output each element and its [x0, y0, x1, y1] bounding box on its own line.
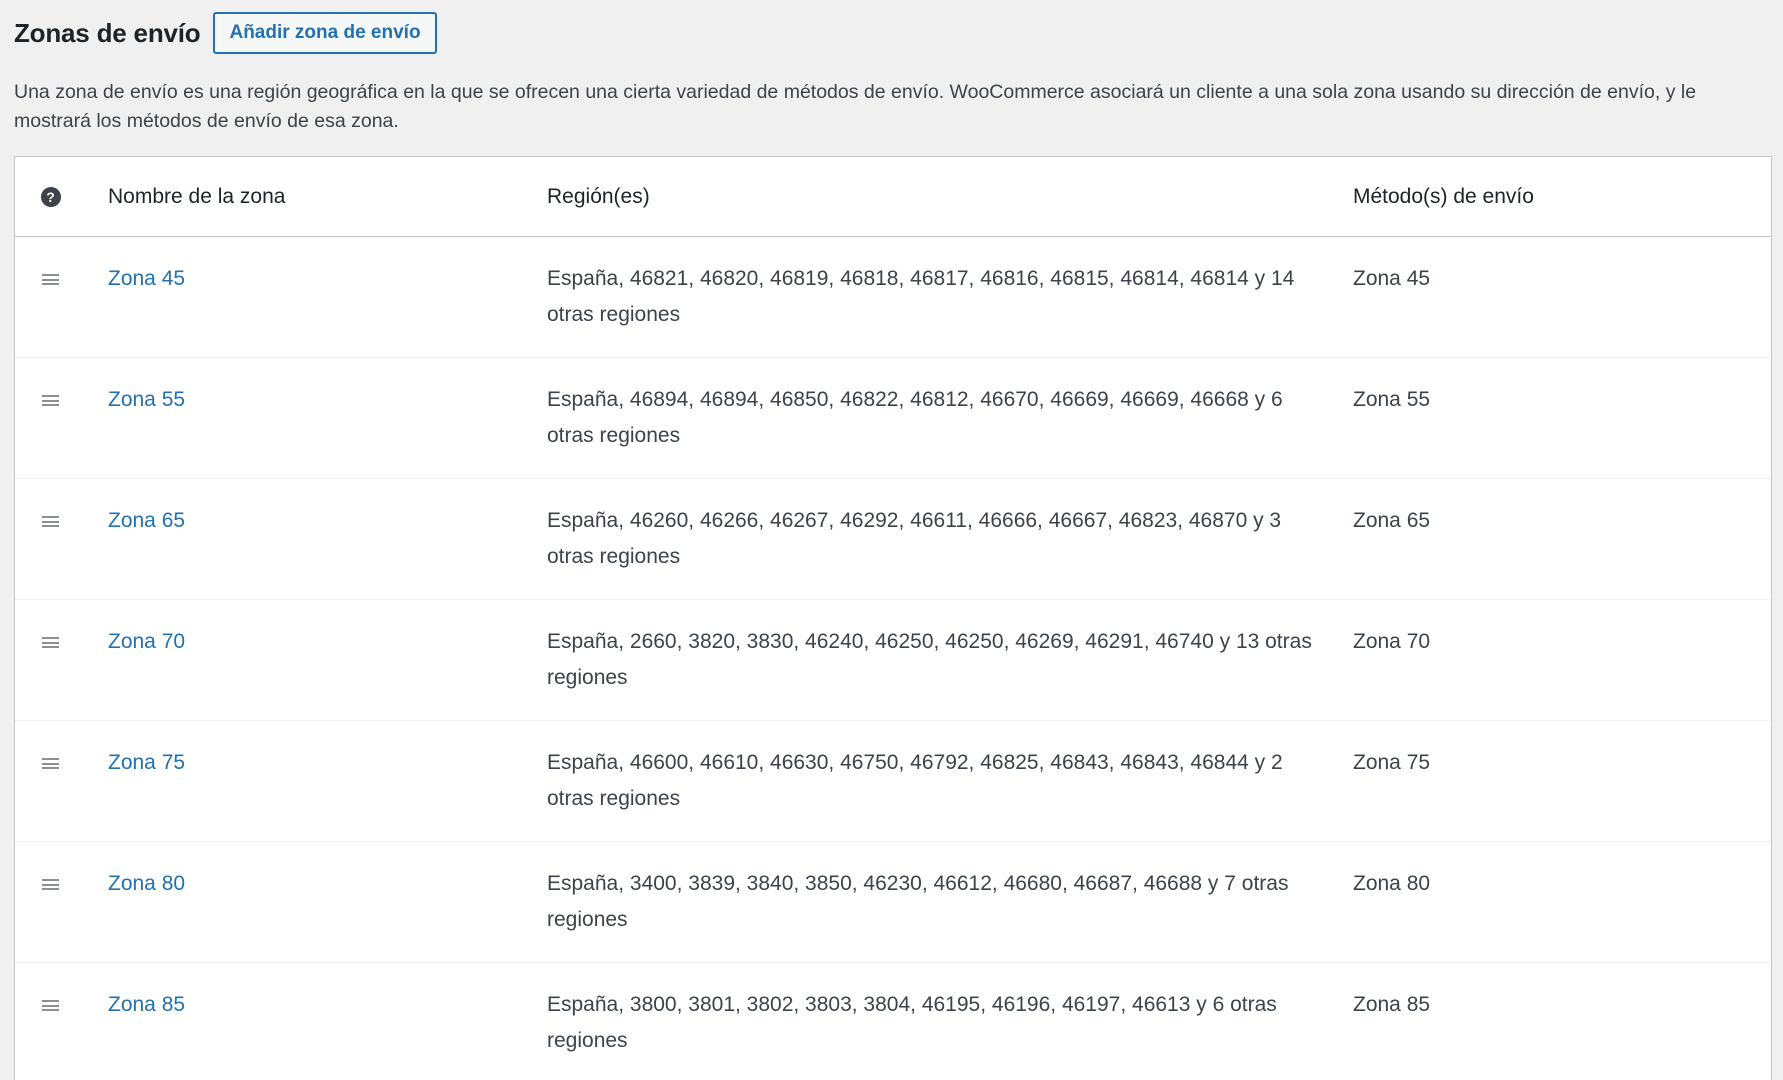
zone-name-link[interactable]: Zona 45 [108, 267, 185, 290]
drag-handle-icon[interactable] [42, 745, 59, 781]
page-description: Una zona de envío es una región geográfi… [14, 81, 1697, 132]
drag-handle-icon[interactable] [42, 866, 59, 902]
question-circle-icon[interactable]: ? [40, 186, 61, 207]
add-shipping-zone-button[interactable]: Añadir zona de envío [213, 12, 437, 54]
zone-name-link[interactable]: Zona 55 [108, 388, 185, 411]
zone-methods-cell: Zona 55 [1353, 388, 1431, 411]
drag-cell [15, 503, 108, 539]
zone-methods-cell: Zona 80 [1353, 872, 1431, 895]
drag-handle-icon[interactable] [42, 624, 59, 660]
drag-cell [15, 624, 108, 660]
drag-handle-icon[interactable] [42, 382, 59, 418]
page-title: Zonas de envío [14, 17, 201, 48]
zone-name-cell: Zona 55 [108, 382, 547, 418]
zone-name-cell: Zona 85 [108, 987, 547, 1023]
zone-name-cell: Zona 80 [108, 866, 547, 902]
zone-regions-cell: España, 46260, 46266, 46267, 46292, 4661… [547, 509, 1282, 568]
drag-handle-icon[interactable] [42, 261, 59, 297]
zone-name-cell: Zona 65 [108, 503, 547, 539]
table-row: Zona 75 España, 46600, 46610, 46630, 467… [15, 721, 1771, 842]
drag-cell [15, 987, 108, 1023]
zone-methods-cell: Zona 70 [1353, 630, 1431, 653]
drag-handle-icon[interactable] [42, 987, 59, 1023]
zone-regions-cell: España, 2660, 3820, 3830, 46240, 46250, … [547, 630, 1312, 689]
shipping-zones-table: ? Nombre de la zona Región(es) Método(s)… [14, 156, 1772, 1080]
shipping-zones-page: Zonas de envío Añadir zona de envío Una … [0, 0, 1783, 1080]
column-header-shipping-methods: Método(s) de envío [1353, 184, 1534, 208]
zone-name-cell: Zona 70 [108, 624, 547, 660]
header-help-cell: ? [15, 186, 108, 207]
zone-regions-cell: España, 46600, 46610, 46630, 46750, 4679… [547, 751, 1283, 810]
table-row: Zona 55 España, 46894, 46894, 46850, 468… [15, 358, 1771, 479]
table-row: Zona 80 España, 3400, 3839, 3840, 3850, … [15, 842, 1771, 963]
zone-regions-cell: España, 3800, 3801, 3802, 3803, 3804, 46… [547, 993, 1277, 1052]
zone-methods-cell: Zona 75 [1353, 751, 1431, 774]
drag-cell [15, 382, 108, 418]
drag-handle-icon[interactable] [42, 503, 59, 539]
zone-methods-cell: Zona 85 [1353, 993, 1431, 1016]
table-row: Zona 85 España, 3800, 3801, 3802, 3803, … [15, 963, 1771, 1080]
zone-name-cell: Zona 75 [108, 745, 547, 781]
heading-row: Zonas de envío Añadir zona de envío [14, 0, 1783, 64]
zone-regions-cell: España, 46821, 46820, 46819, 46818, 4681… [547, 267, 1295, 326]
zone-name-link[interactable]: Zona 85 [108, 993, 185, 1016]
table-row: Zona 65 España, 46260, 46266, 46267, 462… [15, 479, 1771, 600]
column-header-zone-name: Nombre de la zona [108, 184, 286, 208]
zone-name-link[interactable]: Zona 80 [108, 872, 185, 895]
column-header-regions: Región(es) [547, 184, 650, 208]
drag-cell [15, 745, 108, 781]
zone-methods-cell: Zona 65 [1353, 509, 1431, 532]
zone-name-cell: Zona 45 [108, 261, 547, 297]
table-row: Zona 45 España, 46821, 46820, 46819, 468… [15, 237, 1771, 358]
drag-cell [15, 866, 108, 902]
zone-regions-cell: España, 46894, 46894, 46850, 46822, 4681… [547, 388, 1283, 447]
zone-name-link[interactable]: Zona 70 [108, 630, 185, 653]
table-header: ? Nombre de la zona Región(es) Método(s)… [15, 157, 1771, 237]
zone-regions-cell: España, 3400, 3839, 3840, 3850, 46230, 4… [547, 872, 1289, 931]
table-row: Zona 70 España, 2660, 3820, 3830, 46240,… [15, 600, 1771, 721]
drag-cell [15, 261, 108, 297]
zone-name-link[interactable]: Zona 75 [108, 751, 185, 774]
zone-name-link[interactable]: Zona 65 [108, 509, 185, 532]
zone-methods-cell: Zona 45 [1353, 267, 1431, 290]
